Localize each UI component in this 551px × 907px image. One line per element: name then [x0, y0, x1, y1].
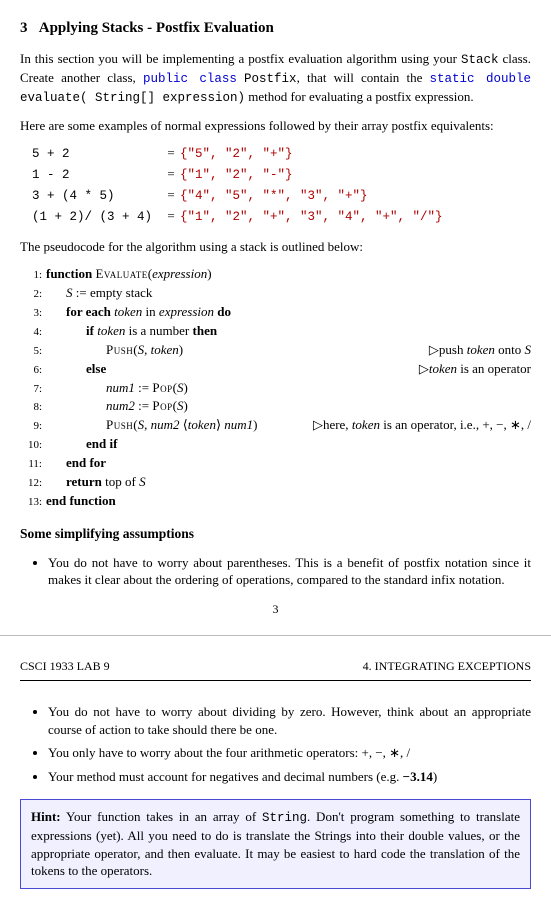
line-number: 4:: [20, 325, 46, 340]
line-number: 8:: [20, 400, 46, 415]
section-title-text: Applying Stacks - Postfix Evaluation: [39, 20, 274, 36]
algo-stmt: end for: [46, 454, 531, 472]
example-lhs: (1 + 2)/ (3 + 4): [20, 209, 162, 226]
example-row: 5 + 2 = {"5", "2", "+"}: [20, 144, 531, 163]
example-row: (1 + 2)/ (3 + 4) = {"1", "2", "+", "3", …: [20, 207, 531, 226]
line-number: 11:: [20, 457, 46, 472]
line-number: 3:: [20, 306, 46, 321]
algo-stmt: S := empty stack: [46, 284, 531, 302]
hint-label: Hint:: [31, 809, 61, 824]
line-number: 10:: [20, 438, 46, 453]
page-number: 3: [20, 601, 531, 617]
intro-paragraph-1: In this section you will be implementing…: [20, 50, 531, 107]
intro-paragraph-2: Here are some examples of normal express…: [20, 117, 531, 135]
line-number: 1:: [20, 268, 46, 283]
list-item: Your method must account for negatives a…: [48, 768, 531, 786]
code-postfix: Postfix: [244, 72, 297, 86]
section-number: 3: [20, 20, 28, 36]
equals-sign: =: [162, 165, 180, 183]
line-number: 6:: [20, 363, 46, 378]
algo-stmt: end if: [46, 435, 531, 453]
line-number: 5:: [20, 344, 46, 359]
example-row: 1 - 2 = {"1", "2", "-"}: [20, 165, 531, 184]
list-item: You do not have to worry about dividing …: [48, 703, 531, 738]
line-number: 9:: [20, 419, 46, 434]
list-item: You only have to worry about the four ar…: [48, 744, 531, 762]
example-lhs: 3 + (4 * 5): [20, 188, 162, 205]
runhead-left: CSCI 1933 LAB 9: [20, 658, 110, 674]
algo-stmt: else: [46, 360, 419, 378]
running-header: CSCI 1933 LAB 9 4. INTEGRATING EXCEPTION…: [20, 658, 531, 674]
equals-sign: =: [162, 207, 180, 225]
keyword-public-class: public class: [143, 72, 237, 86]
algo-stmt: for each token in expression do: [46, 303, 531, 321]
algo-comment: token is an operator: [419, 360, 531, 378]
algo-comment: push token onto S: [429, 341, 531, 359]
algo-stmt: Push(S, token): [46, 341, 429, 359]
example-rhs: {"4", "5", "*", "3", "+"}: [180, 188, 368, 205]
example-rhs: {"1", "2", "+", "3", "4", "+", "/"}: [180, 209, 443, 226]
algo-stmt: num1 := Pop(S): [46, 379, 531, 397]
algorithm-block: 1: function Evaluate(expression) 2: S :=…: [20, 265, 531, 509]
code-string: String: [262, 811, 307, 825]
example-lhs: 5 + 2: [20, 146, 162, 163]
keyword-static-double: static double: [430, 72, 531, 86]
code-stack: Stack: [461, 53, 499, 67]
line-number: 12:: [20, 476, 46, 491]
header-rule: [20, 680, 531, 681]
assumptions-heading: Some simplifying assumptions: [20, 525, 531, 543]
page-break: [0, 635, 551, 636]
pseudo-lead: The pseudocode for the algorithm using a…: [20, 238, 531, 256]
equals-sign: =: [162, 186, 180, 204]
examples-block: 5 + 2 = {"5", "2", "+"} 1 - 2 = {"1", "2…: [20, 144, 531, 226]
assumptions-list: You do not have to worry about parenthes…: [20, 554, 531, 589]
example-lhs: 1 - 2: [20, 167, 162, 184]
example-rhs: {"5", "2", "+"}: [180, 146, 293, 163]
equals-sign: =: [162, 144, 180, 162]
algo-stmt: return top of S: [46, 473, 531, 491]
line-number: 7:: [20, 382, 46, 397]
example-rhs: {"1", "2", "-"}: [180, 167, 293, 184]
algo-stmt: Push(S, num2 ⟨token⟩ num1): [46, 416, 313, 434]
line-number: 2:: [20, 287, 46, 302]
code-evaluate-sig: evaluate( String[] expression): [20, 91, 245, 105]
algo-stmt: num2 := Pop(S): [46, 397, 531, 415]
hint-box: Hint: Your function takes in an array of…: [20, 799, 531, 889]
line-number: 13:: [20, 495, 46, 510]
algo-stmt: if token is a number then: [46, 322, 531, 340]
runhead-right: 4. INTEGRATING EXCEPTIONS: [363, 658, 531, 674]
algo-comment: here, token is an operator, i.e., +, −, …: [313, 416, 531, 434]
list-item: You do not have to worry about parenthes…: [48, 554, 531, 589]
example-row: 3 + (4 * 5) = {"4", "5", "*", "3", "+"}: [20, 186, 531, 205]
algo-stmt: end function: [46, 492, 531, 510]
section-heading: 3 Applying Stacks - Postfix Evaluation: [20, 18, 531, 38]
assumptions-list-continued: You do not have to worry about dividing …: [20, 703, 531, 785]
algo-stmt: function Evaluate(expression): [46, 265, 531, 283]
